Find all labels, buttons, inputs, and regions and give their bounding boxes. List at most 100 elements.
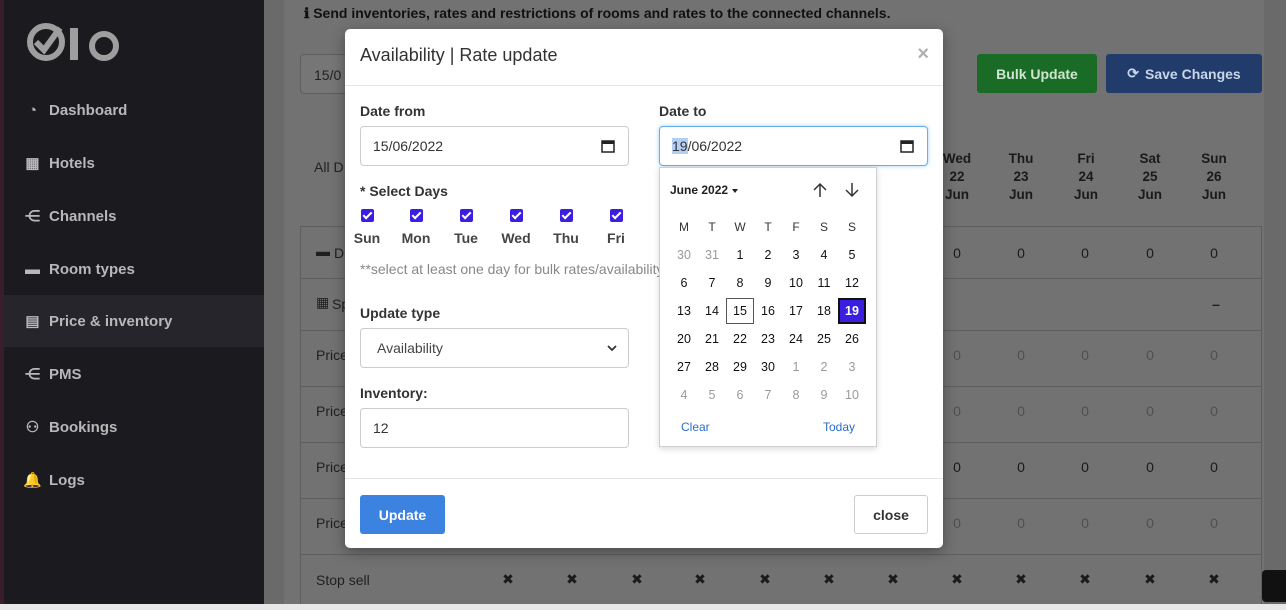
calendar-icon[interactable] [601,139,615,153]
arrow-up-icon[interactable] [811,181,829,199]
calendar-day[interactable]: 16 [754,298,782,324]
checkbox[interactable] [609,209,623,222]
checkbox[interactable] [409,209,423,222]
bulk-update-button[interactable]: Bulk Update [977,54,1097,93]
sidebar-item-pms[interactable]: ⋲ PMS [4,348,264,400]
calendar-day[interactable]: 6 [670,270,698,296]
calendar-day[interactable]: 13 [670,298,698,324]
stop-sell-toggle[interactable]: ✖ [750,571,780,588]
calendar-day[interactable]: 15 [726,298,754,324]
arrow-down-icon[interactable] [843,181,861,199]
calendar-day[interactable]: 28 [698,354,726,380]
calendar-icon[interactable] [900,139,914,153]
checkbox[interactable] [360,209,374,222]
sidebar-item-channels[interactable]: ⋲ Channels [4,190,264,242]
calendar-day[interactable]: 3 [838,354,866,380]
price-cell: 0 [1210,459,1218,475]
calendar-day[interactable]: 1 [782,354,810,380]
calendar-day[interactable]: 14 [698,298,726,324]
calendar-day[interactable]: 9 [754,270,782,296]
sidebar-item-room-types[interactable]: ▬ Room types [4,243,264,295]
calendar-day[interactable]: 9 [810,382,838,408]
debug-toolbar-icon[interactable] [1262,570,1286,602]
calendar-day[interactable]: 5 [838,242,866,268]
sidebar-item-price-inventory[interactable]: ▤ Price & inventory [4,295,264,347]
sidebar-item-logs[interactable]: 🔔 Logs [4,454,264,506]
sidebar-item-label: PMS [49,365,82,383]
stop-sell-toggle[interactable]: ✖ [1199,571,1229,588]
sidebar-item-label: Hotels [49,154,95,172]
calendar-day[interactable]: 1 [726,242,754,268]
day-checkbox-wed[interactable]: Wed [496,209,536,246]
calendar-day[interactable]: 26 [838,326,866,352]
sidebar-item-dashboard[interactable]: ◔ Dashboard [4,84,264,136]
modal-title: Availability | Rate update [360,45,558,65]
calendar-day[interactable]: 20 [670,326,698,352]
month-selector[interactable]: June 2022 [670,183,739,197]
calendar-day[interactable]: 30 [754,354,782,380]
day-checkbox-thu[interactable]: Thu [546,209,586,246]
calendar-day[interactable]: 4 [810,242,838,268]
calendar-day[interactable]: 27 [670,354,698,380]
sidebar-item-bookings[interactable]: ⚇ Bookings [4,401,264,453]
calendar-day[interactable]: 4 [670,382,698,408]
calendar-day[interactable]: 23 [754,326,782,352]
calendar-day[interactable]: 31 [698,242,726,268]
stop-sell-toggle[interactable]: ✖ [878,571,908,588]
calendar-day[interactable]: 7 [698,270,726,296]
calendar-day[interactable]: 11 [810,270,838,296]
calendar-day[interactable]: 3 [782,242,810,268]
day-checkbox-tue[interactable]: Tue [446,209,486,246]
day-checkbox-sun[interactable]: Sun [347,209,387,246]
update-type-select[interactable]: Availability [360,328,629,368]
calendar-day[interactable]: 18 [810,298,838,324]
day-checkbox-mon[interactable]: Mon [396,209,436,246]
day-checkbox-fri[interactable]: Fri [596,209,636,246]
stop-sell-toggle[interactable]: ✖ [493,571,523,588]
stop-sell-toggle[interactable]: ✖ [685,571,715,588]
stop-sell-toggle[interactable]: ✖ [1006,571,1036,588]
sidebar-item-hotels[interactable]: ▦ Hotels [4,137,264,189]
calendar-day[interactable]: 17 [782,298,810,324]
close-button[interactable]: close [854,495,928,534]
modal-close-icon[interactable]: × [917,43,929,66]
update-button[interactable]: Update [360,495,445,534]
calendar-day[interactable]: 21 [698,326,726,352]
calendar-day[interactable]: 8 [726,270,754,296]
calendar-day[interactable]: 30 [670,242,698,268]
inventory-input[interactable]: 12 [360,408,629,448]
checkbox[interactable] [459,209,473,222]
calendar-day[interactable]: 2 [754,242,782,268]
calendar-day[interactable]: 22 [726,326,754,352]
date-to-input[interactable]: 19/06/2022 [659,126,928,166]
calendar-day[interactable]: 10 [782,270,810,296]
save-changes-button[interactable]: ⟳ Save Changes [1106,54,1262,93]
clear-link[interactable]: Clear [681,420,710,434]
calendar-day[interactable]: 7 [754,382,782,408]
day-column-header: Sat 25 Jun [1125,150,1175,204]
calendar-day[interactable]: 6 [726,382,754,408]
calendar-day[interactable]: 19 [838,298,866,324]
stop-sell-toggle[interactable]: ✖ [1135,571,1165,588]
checkbox[interactable] [509,209,523,222]
calendar-day[interactable]: 10 [838,382,866,408]
checkbox[interactable] [559,209,573,222]
stop-sell-toggle[interactable]: ✖ [814,571,844,588]
calendar-day[interactable]: 8 [782,382,810,408]
date-from-input[interactable]: 15/06/2022 [360,126,629,166]
calendar-day[interactable]: 29 [726,354,754,380]
users-icon: ⚇ [25,419,40,436]
calendar-day[interactable]: 2 [810,354,838,380]
calendar-day[interactable]: 25 [810,326,838,352]
calendar-day[interactable]: 12 [838,270,866,296]
calendar-day[interactable]: 5 [698,382,726,408]
stop-sell-toggle[interactable]: ✖ [622,571,652,588]
collapse-icon[interactable]: – [1212,296,1220,312]
calendar-day[interactable]: 24 [782,326,810,352]
stop-sell-toggle[interactable]: ✖ [942,571,972,588]
day-column-mon: Jun [1008,187,1033,202]
modal-footer: Update close [345,478,943,548]
stop-sell-toggle[interactable]: ✖ [557,571,587,588]
today-link[interactable]: Today [823,420,855,434]
stop-sell-toggle[interactable]: ✖ [1070,571,1100,588]
